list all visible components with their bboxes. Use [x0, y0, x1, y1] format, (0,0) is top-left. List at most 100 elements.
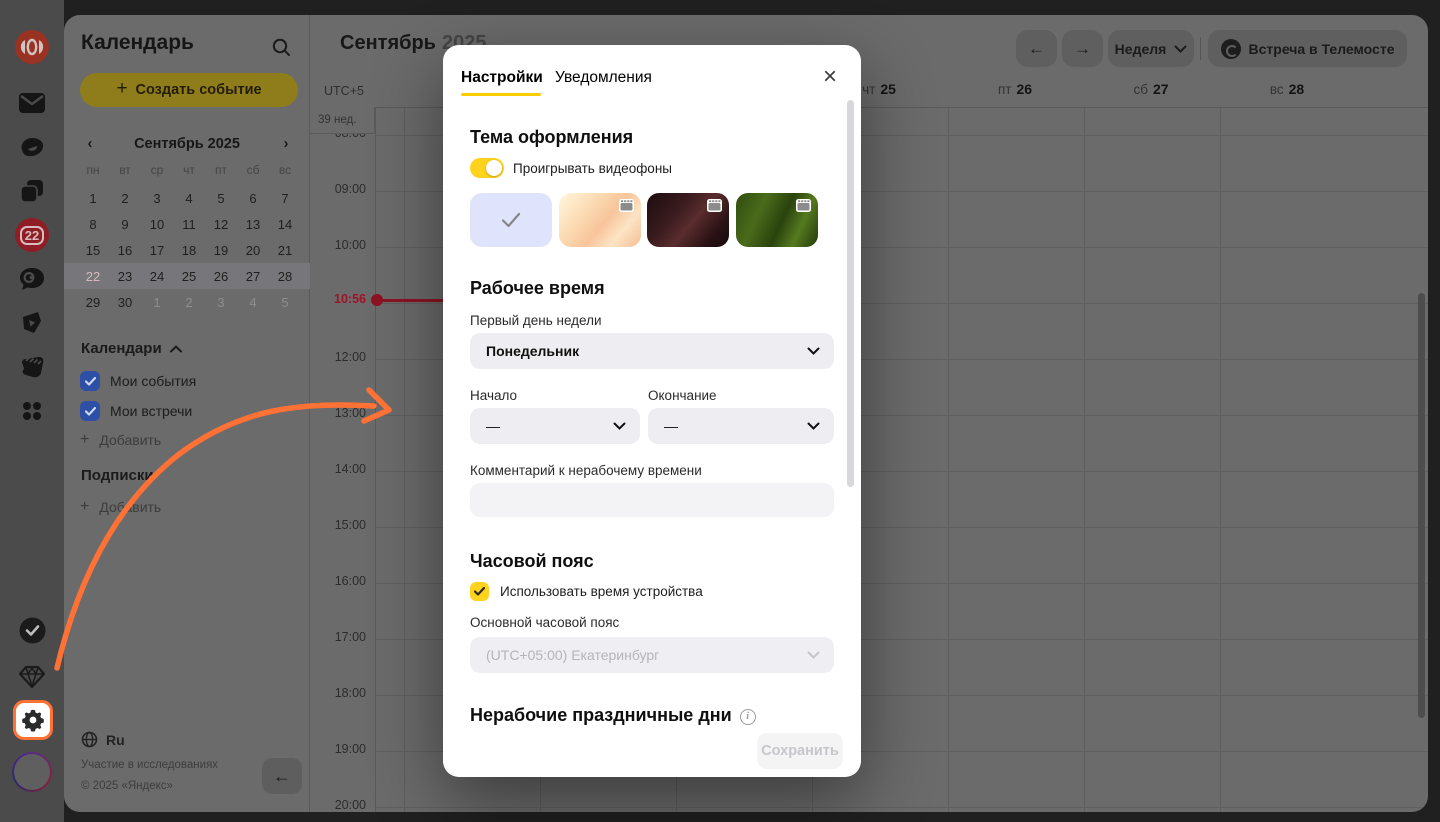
rail-app-calendar-icon[interactable]: 22	[0, 215, 64, 255]
rail-premium-diamond-icon[interactable]	[0, 657, 64, 697]
use-device-time-checkbox[interactable]	[470, 582, 489, 601]
mini-cal-day[interactable]: 11	[173, 217, 205, 232]
mini-cal-day[interactable]: 23	[109, 269, 141, 284]
collapse-sidebar-button[interactable]: ←	[262, 758, 302, 794]
research-link[interactable]: Участие в исследованиях	[81, 759, 218, 771]
rail-tasks-check-icon[interactable]	[0, 610, 64, 650]
mini-cal-day[interactable]: 12	[205, 217, 237, 232]
create-event-button[interactable]: + Создать событие	[80, 73, 298, 107]
mini-cal-day[interactable]: 2	[109, 191, 141, 206]
theme-card-dark-video[interactable]	[647, 193, 729, 247]
mini-cal-day[interactable]: 21	[269, 243, 301, 258]
theme-card-peach-video[interactable]	[559, 193, 641, 247]
week-view-scrollbar[interactable]	[1418, 293, 1425, 718]
arrow-left-icon: ←	[1028, 39, 1045, 59]
mini-cal-day[interactable]: 26	[205, 269, 237, 284]
mini-cal-day[interactable]: 29	[77, 295, 109, 310]
info-icon[interactable]: i	[740, 709, 756, 725]
chevron-down-icon	[807, 422, 820, 430]
rail-app-notes-icon[interactable]	[0, 347, 64, 387]
mini-cal-day[interactable]: 3	[141, 191, 173, 206]
avatar[interactable]	[0, 752, 64, 792]
mini-cal-week-row: 891011121314	[64, 211, 310, 237]
grid-column-line	[948, 108, 949, 812]
mini-cal-day[interactable]: 27	[237, 269, 269, 284]
mini-cal-day[interactable]: 3	[205, 295, 237, 310]
add-subscription-button[interactable]: + Добавить	[80, 498, 161, 516]
calendar-list-item[interactable]: Мои события	[80, 370, 196, 392]
mini-cal-day[interactable]: 4	[237, 295, 269, 310]
rail-app-messenger-icon[interactable]	[0, 259, 64, 299]
film-icon	[707, 199, 722, 212]
mini-cal-day[interactable]: 6	[237, 191, 269, 206]
mini-cal-day[interactable]: 2	[173, 295, 205, 310]
theme-card-default-light[interactable]	[470, 193, 552, 247]
video-background-toggle[interactable]	[470, 158, 504, 178]
video-background-toggle-label: Проигрывать видеофоны	[513, 161, 672, 176]
mini-cal-day[interactable]: 5	[205, 191, 237, 206]
mini-cal-day[interactable]: 1	[141, 295, 173, 310]
day-header-вс[interactable]: вс28	[1219, 81, 1355, 97]
add-calendar-button[interactable]: + Добавить	[80, 431, 161, 449]
film-icon	[796, 199, 811, 212]
rail-app-disk-icon[interactable]	[0, 127, 64, 167]
end-label: Окончание	[648, 388, 717, 403]
view-selector[interactable]: Неделя	[1108, 30, 1194, 67]
close-icon[interactable]: ×	[823, 65, 837, 89]
comment-input[interactable]	[470, 483, 834, 517]
mini-cal-day[interactable]: 7	[269, 191, 301, 206]
calendar-checkbox[interactable]	[80, 371, 100, 391]
modal-tab-notifications[interactable]: Уведомления	[555, 69, 652, 87]
rail-app-documents-icon[interactable]	[0, 171, 64, 211]
mini-cal-day[interactable]: 20	[237, 243, 269, 258]
modal-tab-settings[interactable]: Настройки	[461, 69, 543, 87]
calendar-list-item[interactable]: Мои встречи	[80, 400, 192, 422]
day-header-сб[interactable]: сб27	[1083, 81, 1219, 97]
mini-cal-day[interactable]: 5	[269, 295, 301, 310]
mini-cal-day[interactable]: 4	[173, 191, 205, 206]
search-icon[interactable]	[271, 37, 292, 58]
language-switcher[interactable]: Ru	[81, 731, 125, 748]
mini-cal-title: Сентябрь 2025	[64, 136, 310, 152]
telemost-meeting-button[interactable]: Встреча в Телемосте	[1208, 30, 1407, 67]
work-start-select[interactable]: —	[470, 408, 640, 444]
calendar-label: Мои встречи	[110, 403, 192, 419]
rail-app-telemost-icon[interactable]	[0, 303, 64, 343]
settings-gear-annotated[interactable]	[13, 700, 53, 740]
mini-cal-day[interactable]: 1	[77, 191, 109, 206]
day-header-пт[interactable]: пт26	[947, 81, 1083, 97]
mini-cal-day[interactable]: 28	[269, 269, 301, 284]
rail-app-mail-icon[interactable]	[0, 83, 64, 123]
mini-cal-day[interactable]: 25	[173, 269, 205, 284]
mini-cal-day[interactable]: 9	[109, 217, 141, 232]
mini-cal-day[interactable]: 8	[77, 217, 109, 232]
rail-app-yandex360-icon[interactable]	[0, 27, 64, 67]
save-button[interactable]: Сохранить	[757, 733, 843, 769]
calendars-section-header[interactable]: Календари	[81, 340, 182, 357]
prev-week-button[interactable]: ←	[1016, 30, 1057, 67]
modal-scrollbar[interactable]	[847, 100, 854, 487]
mini-cal-day[interactable]: 17	[141, 243, 173, 258]
mini-cal-day[interactable]: 30	[109, 295, 141, 310]
mini-cal-day[interactable]: 18	[173, 243, 205, 258]
hour-label: 13:00	[316, 406, 366, 420]
mini-cal-day[interactable]: 10	[141, 217, 173, 232]
mini-cal-day[interactable]: 24	[141, 269, 173, 284]
mini-cal-weekday: чт	[173, 163, 205, 177]
check-icon	[474, 587, 485, 596]
next-week-button[interactable]: →	[1062, 30, 1103, 67]
mini-cal-day[interactable]: 13	[237, 217, 269, 232]
calendar-checkbox[interactable]	[80, 401, 100, 421]
film-icon	[619, 199, 634, 212]
theme-card-grass-video[interactable]	[736, 193, 818, 247]
chevron-up-icon	[170, 345, 182, 353]
mini-cal-next-icon[interactable]: ›	[276, 135, 296, 152]
mini-cal-day[interactable]: 19	[205, 243, 237, 258]
first-day-select[interactable]: Понедельник	[470, 333, 834, 369]
mini-cal-day[interactable]: 15	[77, 243, 109, 258]
mini-cal-day[interactable]: 14	[269, 217, 301, 232]
work-end-select[interactable]: —	[648, 408, 834, 444]
rail-app-more-apps-icon[interactable]	[0, 391, 64, 431]
mini-cal-day-today[interactable]: 22	[77, 269, 109, 284]
mini-cal-day[interactable]: 16	[109, 243, 141, 258]
